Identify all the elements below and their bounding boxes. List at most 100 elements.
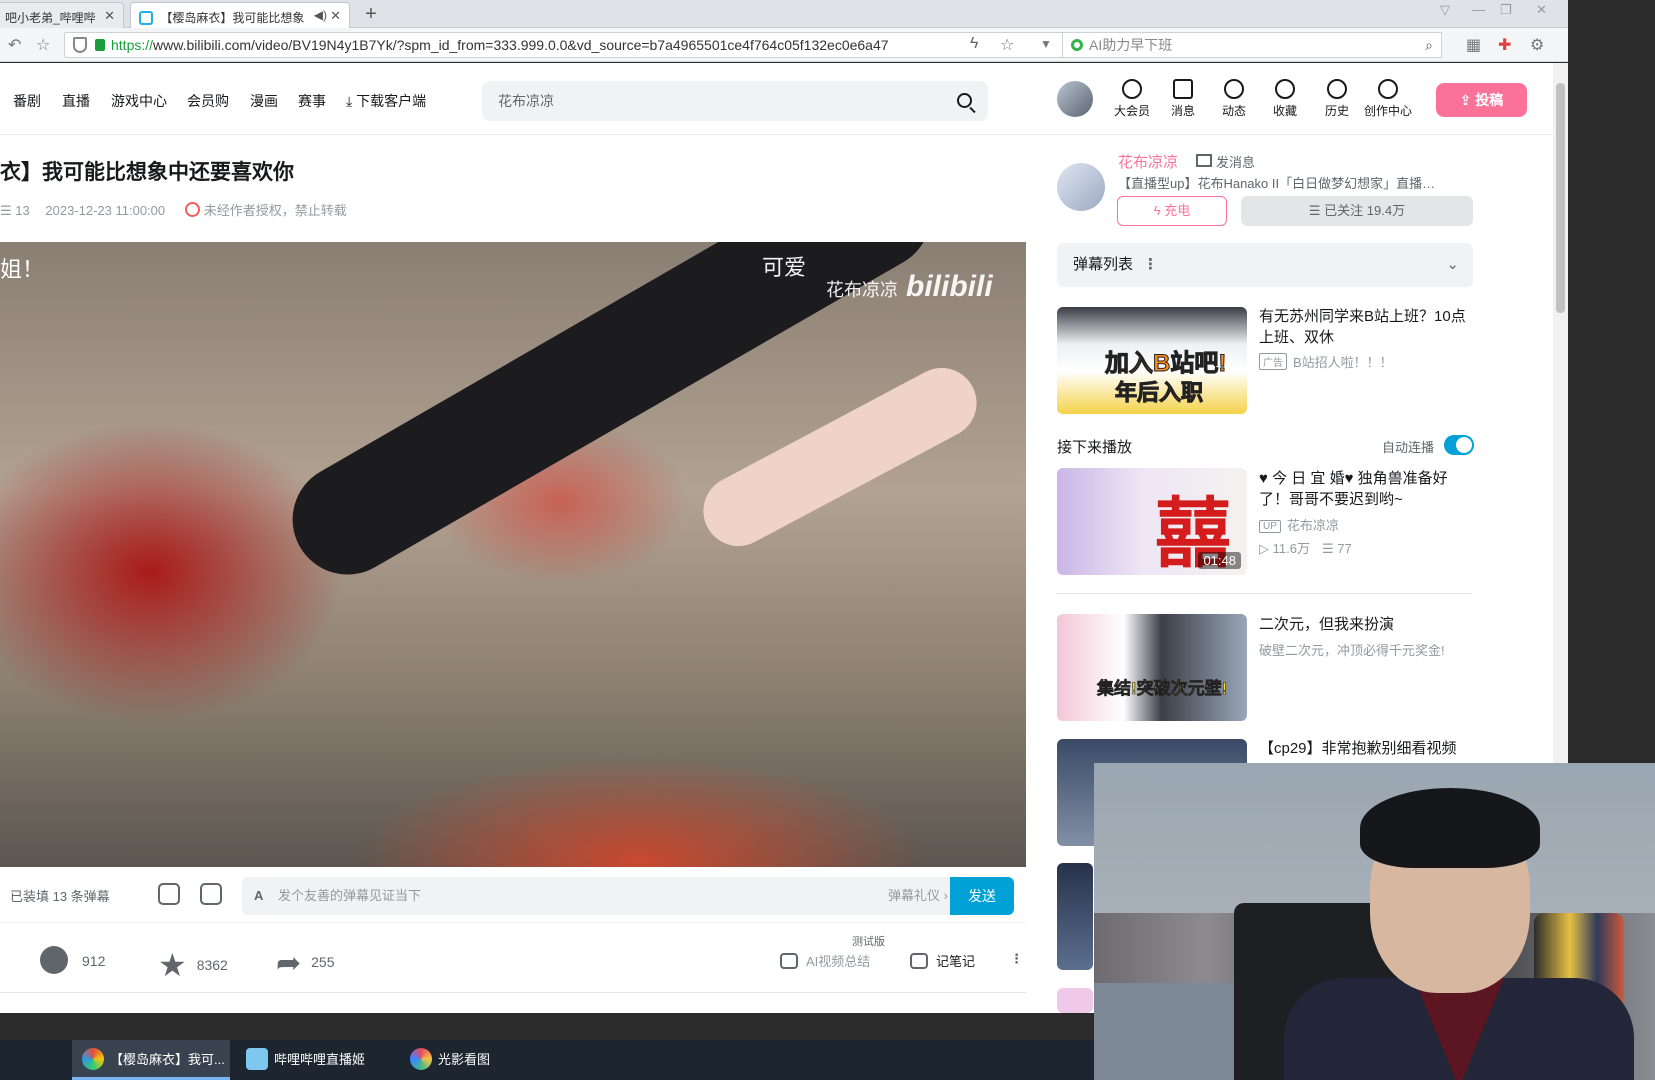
tab-title: 吧小老弟_哔哩哔 bbox=[5, 11, 96, 25]
nav-live[interactable]: 直播 bbox=[62, 91, 90, 111]
nav-download-client[interactable]: ⤓ 下载客户端 bbox=[346, 91, 426, 111]
speaker-icon[interactable]: ◀) bbox=[314, 8, 327, 22]
header-history[interactable]: 历史 bbox=[1311, 79, 1363, 119]
dynamic-icon bbox=[1224, 79, 1244, 99]
lightning-icon[interactable]: ϟ bbox=[970, 35, 978, 53]
nav-game-center[interactable]: 游戏中心 bbox=[111, 91, 167, 111]
ad-thumbnail[interactable]: 加入B站吧! 年后入职 bbox=[1057, 307, 1247, 414]
taskbar-item-browser[interactable]: 【樱岛麻衣】我可... bbox=[72, 1040, 230, 1080]
more-icon[interactable]: ⋮ bbox=[1010, 951, 1023, 967]
header-dynamic[interactable]: 动态 bbox=[1208, 79, 1260, 119]
header-favorite-label: 收藏 bbox=[1272, 104, 1297, 118]
minimize-icon[interactable]: — bbox=[1472, 2, 1485, 17]
nav-bangumi[interactable]: 番剧 bbox=[13, 91, 41, 111]
taskbar-item-viewer[interactable]: 光影看图 bbox=[400, 1040, 556, 1080]
uploader-description: 【直播型up】花布Hanako II「白日做梦幻想家」直播… bbox=[1118, 176, 1436, 191]
header-favorite[interactable]: 收藏 bbox=[1259, 79, 1311, 119]
notes-icon bbox=[910, 953, 928, 969]
danmaku-input[interactable]: A 发个友善的弹幕见证当下 弹幕礼仪 › bbox=[242, 877, 960, 915]
video-card-stats: ▷ 11.6万 ☰ 77 bbox=[1259, 538, 1352, 557]
message-icon bbox=[1173, 79, 1193, 99]
favorite-star-icon[interactable]: ☆ bbox=[1000, 35, 1014, 55]
close-icon[interactable]: ✕ bbox=[104, 8, 115, 24]
browser-tab-active[interactable]: 【樱岛麻衣】我可能比想象 ◀) ✕ bbox=[130, 2, 350, 28]
ad-sub-text: B站招人啦！！！ bbox=[1293, 355, 1393, 370]
more-icon[interactable]: ⋮ bbox=[1143, 256, 1158, 273]
publish-date: 2023-12-23 11:00:00 bbox=[45, 203, 166, 218]
danmaku-settings-icon[interactable] bbox=[200, 883, 222, 905]
send-message-link[interactable]: 发消息 bbox=[1196, 152, 1255, 171]
back-icon[interactable]: ↶ bbox=[8, 35, 21, 55]
browser-search-input[interactable]: AI助力早下班 ⌕ bbox=[1062, 32, 1442, 58]
video-card-thumbnail[interactable]: 囍 01:48 bbox=[1057, 468, 1247, 575]
video-card-thumbnail[interactable] bbox=[1057, 863, 1093, 970]
nav-manga[interactable]: 漫画 bbox=[250, 91, 278, 111]
new-tab-button[interactable]: + bbox=[356, 3, 386, 27]
ai-summary-button[interactable]: AI视频总结 bbox=[780, 951, 870, 970]
site-search-input[interactable]: 花布凉凉 bbox=[482, 81, 988, 121]
watermark-author: 花布凉凉 bbox=[826, 280, 898, 300]
close-icon[interactable]: ✕ bbox=[330, 8, 341, 24]
notes-button[interactable]: 记笔记 bbox=[910, 951, 975, 970]
ad-title[interactable]: 有无苏州同学来B站上班？10点上班、双休 bbox=[1259, 306, 1473, 348]
tools-icon[interactable]: ⚙ bbox=[1530, 35, 1544, 55]
close-window-icon[interactable]: ✕ bbox=[1536, 2, 1547, 18]
share-button[interactable]: ➦ 255 bbox=[276, 946, 335, 981]
danmaku-toggle-icon[interactable] bbox=[158, 883, 180, 905]
menu-icon: ☰ bbox=[1308, 203, 1325, 218]
video-card-title[interactable]: 二次元，但我来扮演 bbox=[1259, 614, 1473, 635]
video-card-thumbnail[interactable]: 集结!突破次元壁! bbox=[1057, 614, 1247, 721]
creator-icon bbox=[1378, 79, 1398, 99]
text-style-icon[interactable]: A bbox=[254, 877, 263, 915]
upload-button[interactable]: ⇪ 投稿 bbox=[1436, 83, 1527, 117]
bookmark-star-icon[interactable]: ☆ bbox=[36, 35, 50, 55]
video-card-title[interactable]: 【cp29】非常抱歉别细看视频 bbox=[1259, 738, 1473, 759]
game-icon[interactable]: ✚ bbox=[1498, 35, 1511, 55]
search-icon[interactable]: ⌕ bbox=[1425, 33, 1433, 57]
header-vip[interactable]: 大会员 bbox=[1106, 79, 1158, 119]
video-duration: 01:48 bbox=[1198, 552, 1241, 569]
nav-shop[interactable]: 会员购 bbox=[187, 91, 229, 111]
dropdown-icon[interactable]: ▼ bbox=[1040, 37, 1052, 51]
url-protocol: https:// bbox=[111, 37, 154, 53]
ad-sub: 广告 B站招人啦！！！ bbox=[1259, 352, 1393, 371]
danmaku-etiquette-link[interactable]: 弹幕礼仪 › bbox=[888, 877, 948, 915]
ad-tag: 广告 bbox=[1259, 353, 1287, 370]
beta-badge: 测试版 bbox=[852, 936, 885, 948]
danmaku-bar: 已装填 13 条弹幕 A 发个友善的弹幕见证当下 弹幕礼仪 › 发送 bbox=[0, 867, 1026, 923]
taskbar-item-live[interactable]: 哔哩哔哩直播姬 bbox=[236, 1040, 394, 1080]
video-title: 衣】我可能比想象中还要喜欢你 bbox=[0, 161, 294, 184]
shirt-icon[interactable]: ▽ bbox=[1440, 2, 1450, 18]
header-history-label: 历史 bbox=[1324, 104, 1349, 118]
danmaku-list-toggle[interactable]: 弹幕列表 ⋮ ⌄ bbox=[1057, 243, 1473, 287]
video-card-thumbnail[interactable] bbox=[1057, 988, 1093, 1013]
maximize-icon[interactable]: ❐ bbox=[1500, 2, 1512, 18]
ad-thumb-text: 年后入职 bbox=[1114, 380, 1204, 406]
nav-esports[interactable]: 赛事 bbox=[298, 91, 326, 111]
autoplay-toggle[interactable] bbox=[1444, 435, 1474, 455]
favorite-button[interactable]: ★ 8362 bbox=[158, 946, 228, 984]
up-next-label: 接下来播放 bbox=[1057, 439, 1133, 456]
send-danmaku-button[interactable]: 发送 bbox=[950, 877, 1014, 915]
ai-summary-label: AI视频总结 bbox=[806, 954, 871, 969]
avatar[interactable] bbox=[1057, 81, 1093, 117]
charge-button[interactable]: ϟ 充电 bbox=[1117, 196, 1227, 226]
site-header: 番剧 直播 游戏中心 会员购 漫画 赛事 ⤓ 下载客户端 花布凉凉 大会员 消息… bbox=[0, 63, 1553, 135]
uploader-name[interactable]: 花布凉凉 bbox=[1118, 151, 1178, 172]
header-message[interactable]: 消息 bbox=[1157, 79, 1209, 119]
video-frame-hand bbox=[691, 355, 989, 559]
favorite-icon bbox=[1275, 79, 1295, 99]
grid-icon[interactable]: ▦ bbox=[1466, 35, 1481, 55]
browser-tab[interactable]: 吧小老弟_哔哩哔 ✕ bbox=[0, 2, 124, 28]
video-card-title[interactable]: ♥ 今 日 宜 婚♥ 独角兽准备好了！哥哥不要迟到哟~ bbox=[1259, 468, 1473, 510]
followed-button[interactable]: ☰ 已关注 19.4万 bbox=[1241, 196, 1473, 226]
video-player[interactable]: 姐！ 可爱 花布凉凉 bilibili bbox=[0, 242, 1026, 867]
header-creator[interactable]: 创作中心 bbox=[1362, 79, 1414, 119]
url-input[interactable]: https://www.bilibili.com/video/BV19N4y1B… bbox=[64, 32, 1064, 58]
search-icon[interactable] bbox=[957, 93, 972, 108]
video-card-up[interactable]: UP 花布凉凉 bbox=[1259, 515, 1339, 534]
coin-button[interactable]: 912 bbox=[40, 946, 105, 974]
history-icon bbox=[1327, 79, 1347, 99]
uploader-avatar[interactable] bbox=[1057, 163, 1105, 211]
scrollbar-thumb[interactable] bbox=[1556, 83, 1565, 313]
